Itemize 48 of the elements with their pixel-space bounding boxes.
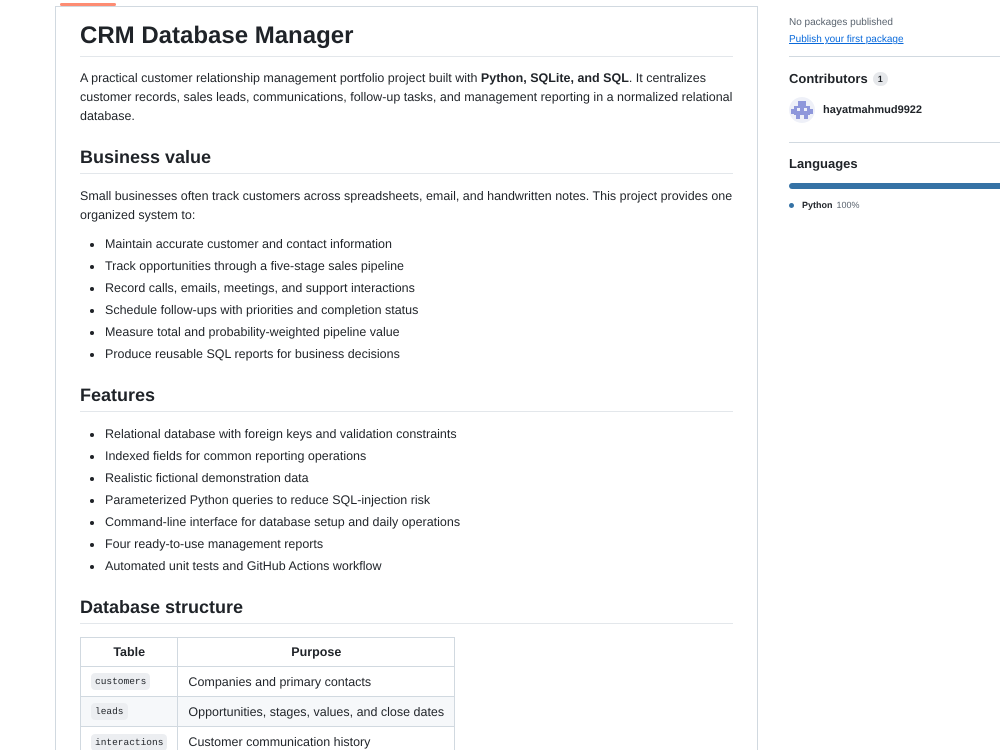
- table-name-code: leads: [91, 703, 128, 720]
- list-item: Automated unit tests and GitHub Actions workflow: [105, 558, 382, 575]
- count-badge: 1: [872, 72, 888, 86]
- bullet-icon: [90, 264, 94, 268]
- bullet-icon: [90, 564, 94, 568]
- tab-underline: [60, 3, 116, 6]
- list-item: Command-line interface for database setup and daily operations: [105, 514, 460, 531]
- table-name-code: interactions: [91, 734, 168, 750]
- list-item: Indexed fields for common reporting operations: [105, 448, 366, 465]
- bullet-icon: [90, 476, 94, 480]
- list-item: Track opportunities through a five-stage sales pipeline: [105, 258, 404, 275]
- bullet-icon: [90, 454, 94, 458]
- bullet-icon: [90, 330, 94, 334]
- list-item: Four ready-to-use management reports: [105, 536, 324, 553]
- list-item: Record calls, emails, meetings, and support interactions: [105, 280, 415, 297]
- table-cell: Opportunities, stages, values, and close dates: [178, 696, 455, 727]
- bullet-icon: [90, 542, 94, 546]
- section-heading: Contributors: [789, 71, 868, 87]
- language-name[interactable]: Python: [802, 199, 832, 211]
- bullet-icon: [90, 242, 94, 246]
- section-heading: Business value: [80, 146, 733, 174]
- bullet-icon: [90, 286, 94, 290]
- column-header: Purpose: [178, 638, 455, 666]
- empty-note: No packages published: [789, 17, 894, 29]
- avatar-icon[interactable]: [789, 97, 815, 123]
- readme-title: CRM Database Manager: [80, 21, 733, 57]
- list-item: Parameterized Python queries to reduce SQL-injection risk: [105, 492, 430, 509]
- section-heading: Languages: [789, 156, 859, 172]
- section-heading: Database structure: [80, 596, 733, 624]
- paragraph: A practical customer relationship management portfolio project built with Python, SQLite, and SQL. It centralizes customer records, sales leads, communications, follow-up tasks, and management reporting in a normalized relational database.: [80, 70, 733, 125]
- contributor-name[interactable]: hayatmahmud9922: [823, 104, 922, 116]
- list-item: Maintain accurate customer and contact information: [105, 236, 392, 253]
- publish-link[interactable]: Publish your first package: [789, 34, 904, 46]
- bullet-icon: [90, 432, 94, 436]
- bullet-icon: [90, 308, 94, 312]
- paragraph: Small businesses often track customers across spreadsheets, email, and handwritten notes. This project provides one organized system to:: [80, 188, 733, 224]
- list-item: Measure total and probability-weighted pipeline value: [105, 324, 400, 341]
- list-item: Produce reusable SQL reports for business decisions: [105, 346, 400, 363]
- table-name-code: customers: [91, 673, 150, 690]
- list-item: Relational database with foreign keys and validation constraints: [105, 426, 457, 443]
- list-item: Realistic fictional demonstration data: [105, 470, 309, 487]
- bullet-icon: [90, 352, 94, 356]
- bullet-icon: [90, 498, 94, 502]
- language-percent: 100%: [836, 199, 860, 211]
- list-item: Schedule follow-ups with priorities and completion status: [105, 302, 418, 319]
- section-heading: Features: [80, 384, 733, 412]
- column-header: Table: [80, 638, 178, 666]
- bullet-icon: [90, 520, 94, 524]
